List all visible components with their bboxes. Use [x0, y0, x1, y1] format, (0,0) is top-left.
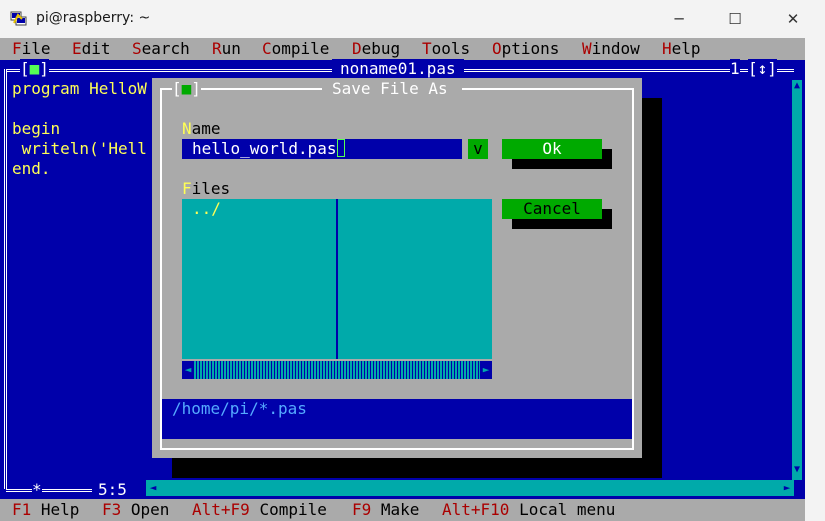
menu-window[interactable]: Window	[582, 39, 640, 59]
status-help[interactable]: F1 Help	[12, 500, 79, 520]
menu-search[interactable]: Search	[132, 39, 190, 59]
editor-zoom-box[interactable]: [↕]	[748, 59, 777, 79]
editor-frame-left	[4, 69, 7, 489]
maximize-button[interactable]: ☐	[712, 6, 758, 32]
code-line-1[interactable]: program HelloW	[12, 79, 147, 99]
terminal-scrollbar[interactable]	[805, 38, 825, 521]
menu-options[interactable]: Options	[492, 39, 559, 59]
scroll-down-arrow-icon[interactable]: ▼	[792, 464, 802, 478]
code-line-3[interactable]: begin	[12, 119, 60, 139]
file-item-parent[interactable]: ../	[192, 199, 221, 219]
files-column-divider	[336, 199, 338, 359]
editor-frame-bottom	[6, 489, 94, 492]
code-line-5[interactable]: end.	[12, 159, 51, 179]
minimize-button[interactable]: ─	[656, 6, 702, 32]
dialog-close-box[interactable]: [■]	[172, 79, 201, 99]
menu-edit[interactable]: Edit	[72, 39, 111, 59]
name-label: Name	[182, 119, 221, 138]
editor-horizontal-scrollbar[interactable]	[160, 480, 790, 496]
current-path: /home/pi/*.pas	[172, 399, 307, 418]
text-cursor	[336, 139, 345, 157]
editor-vertical-scrollbar[interactable]	[792, 80, 802, 480]
status-local-menu[interactable]: Alt+F10 Local menu	[442, 500, 615, 520]
status-open[interactable]: F3 Open	[102, 500, 169, 520]
menu-file[interactable]: File	[12, 39, 51, 59]
putty-icon	[10, 9, 28, 27]
status-make[interactable]: F9 Make	[352, 500, 419, 520]
close-button[interactable]: ✕	[770, 6, 816, 32]
scroll-left-arrow-icon[interactable]: ◄	[146, 480, 160, 496]
files-label: Files	[182, 179, 231, 198]
status-compile[interactable]: Alt+F9 Compile	[192, 500, 327, 520]
files-scroll-right-icon[interactable]: ►	[480, 361, 492, 379]
scroll-up-arrow-icon[interactable]: ▲	[792, 80, 802, 94]
window-title: pi@raspberry: ~	[36, 10, 151, 26]
code-line-4[interactable]: writeln('Hell	[12, 139, 147, 159]
menu-tools[interactable]: Tools	[422, 39, 470, 59]
modified-marker: *	[32, 480, 42, 500]
history-dropdown-button[interactable]: v	[468, 139, 488, 159]
editor-filename: noname01.pas	[332, 59, 464, 79]
menu-compile[interactable]: Compile	[262, 39, 329, 59]
filename-input[interactable]: hello_world.pas	[182, 139, 462, 159]
cancel-button[interactable]: Cancel	[502, 199, 602, 219]
menu-debug[interactable]: Debug	[352, 39, 400, 59]
editor-close-box[interactable]: [■]	[20, 59, 49, 79]
cursor-position: 5:5	[92, 480, 133, 500]
ok-button[interactable]: Ok	[502, 139, 602, 159]
scroll-right-arrow-icon[interactable]: ►	[780, 480, 794, 496]
menu-help[interactable]: Help	[662, 39, 701, 59]
editor-window-number: 1	[730, 59, 740, 79]
files-horizontal-scrollbar[interactable]	[182, 361, 492, 379]
menu-run[interactable]: Run	[212, 39, 241, 59]
files-scroll-left-icon[interactable]: ◄	[182, 361, 194, 379]
dialog-title: Save File As	[332, 79, 448, 98]
